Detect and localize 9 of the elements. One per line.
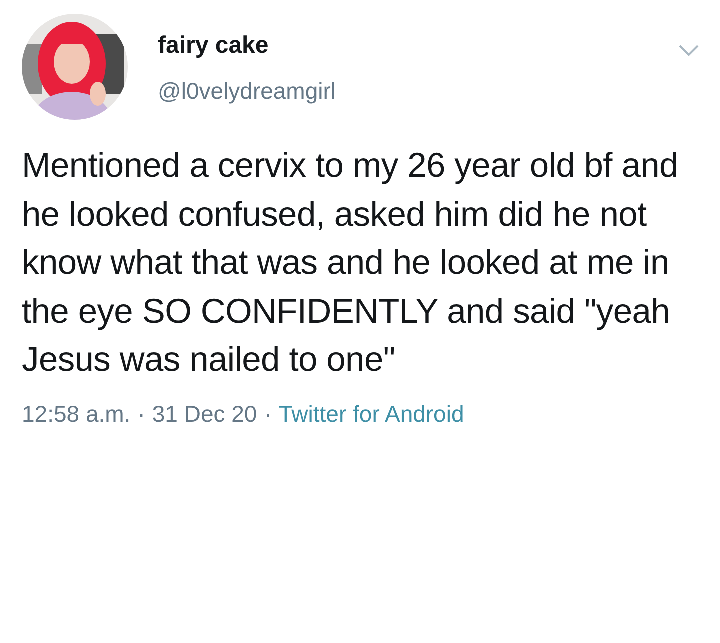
separator-dot: · — [138, 400, 146, 428]
source-link[interactable]: Twitter for Android — [278, 400, 464, 428]
tweet-date: 31 Dec 20 — [152, 400, 258, 428]
separator-dot: · — [264, 400, 272, 428]
author-handle[interactable]: @l0velydreamgirl — [158, 78, 648, 105]
tweet-text: Mentioned a cervix to my 26 year old bf and he looked confused, asked him did he not know what that was and he looked at me in the eye SO CONFIDENTLY and said "yeah Jesus was nailed to one" — [22, 146, 680, 381]
chevron-down-icon[interactable] — [678, 44, 700, 58]
author-name[interactable]: fairy cake — [158, 32, 648, 60]
tweet-time: 12:58 a.m. — [22, 400, 131, 428]
